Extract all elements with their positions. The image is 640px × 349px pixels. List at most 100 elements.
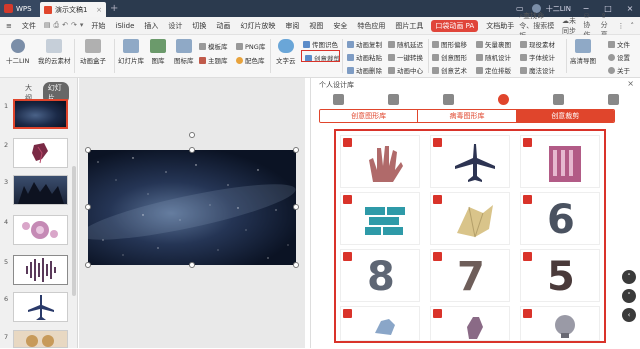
image-icon[interactable] [443,93,454,105]
resize-handle[interactable] [85,204,91,210]
tab-creative-crop[interactable]: 创意裁剪 [516,110,614,122]
shape-offset-button[interactable]: 图形偏移 [432,39,467,49]
resize-handle[interactable] [293,204,299,210]
anim-center-button[interactable]: 动画中心 [388,65,423,75]
new-tab-icon[interactable]: + [110,3,118,14]
resize-handle[interactable] [293,262,299,268]
about-button[interactable]: 关于 [608,65,630,75]
save-icon[interactable]: ▤ [44,21,51,30]
slide-lib-button[interactable]: 幻灯片库 [118,39,144,65]
print-icon[interactable]: ⎙ [54,21,60,30]
slide-thumbnail[interactable] [13,292,68,322]
anim-delete-button[interactable]: 动画删除 [347,65,382,75]
image-lib-button[interactable]: 图库 [150,39,166,65]
creative-shape-button[interactable]: 创意图形 [432,52,467,62]
resize-handle[interactable] [189,147,195,153]
menu-icon[interactable]: ≡ [0,22,17,30]
locate-layout-button[interactable]: 定位排版 [476,65,511,75]
wps-app-tab[interactable]: WPS [0,0,40,17]
menu-view[interactable]: 视图 [304,21,328,31]
menu-insert[interactable]: 插入 [139,21,163,31]
current-assets-button[interactable]: 现役素材 [520,39,555,49]
random-design-button[interactable]: 随机设计 [476,52,511,62]
theme-lib-button[interactable]: 主题库 [199,55,228,65]
menu-slideshow[interactable]: 幻灯片放映 [235,21,280,31]
crop-item[interactable] [430,135,510,188]
scrollbar[interactable] [72,166,76,296]
color-pick-button[interactable]: 传图识色 [303,39,338,49]
menu-animation[interactable]: 动画 [211,21,235,31]
crop-item[interactable] [340,192,420,245]
menu-home[interactable]: 开始 [86,21,110,31]
menu-features[interactable]: 特色应用 [352,21,390,31]
slide-thumbnail[interactable] [13,255,68,285]
tab-creative-shapes[interactable]: 创意图形库 [320,110,419,122]
redo-icon[interactable]: ↷ [71,21,77,30]
cube-icon[interactable] [333,93,344,105]
menu-islide[interactable]: iSlide [110,22,139,30]
my-cloud-button[interactable]: 我的云素材 [38,39,71,65]
slide-thumbnail[interactable] [13,99,68,129]
animation-box-button[interactable]: 动画盒子 [80,39,106,65]
crop-item[interactable] [520,135,600,188]
slide-thumbnail[interactable] [13,215,68,245]
menu-picture-tools[interactable]: 图片工具 [390,21,428,31]
crop-item[interactable] [430,192,510,245]
menu-doc-assistant[interactable]: 文档助手 [481,21,519,31]
document-tab[interactable]: 演示文稿1 × [40,2,106,17]
close-tab-icon[interactable]: × [96,6,102,14]
book-icon[interactable] [608,93,619,105]
chevron-down-icon[interactable]: ▾ [80,21,84,30]
magic-design-button[interactable]: 魔法设计 [520,65,555,75]
slides-icon[interactable] [388,93,399,105]
crop-item[interactable]: 6 [520,192,600,245]
template-lib-button[interactable]: 模板库 [199,41,228,51]
menu-pocket-animation[interactable]: 口袋动画 PA [431,19,479,32]
slide-thumbnail[interactable] [13,330,68,348]
crop-item[interactable]: 5 [520,249,600,302]
vector-wrap-button[interactable]: 矢量裹图 [476,39,511,49]
chevron-down-icon[interactable]: ˅ [622,289,636,303]
location-pin-icon[interactable] [498,93,509,105]
close-icon[interactable]: × [627,79,634,88]
resize-handle[interactable] [189,262,195,268]
random-delay-button[interactable]: 随机延迟 [388,39,423,49]
tab-viral-shapes[interactable]: 病毒图形库 [418,110,517,122]
slide-image-milky-way[interactable] [88,150,296,265]
creative-art-button[interactable]: 创意艺术 [432,65,467,75]
collapse-icon[interactable]: ‹ [622,308,636,322]
icon-lib-button[interactable]: 图标库 [174,39,194,65]
undo-icon[interactable]: ↶ [62,21,68,30]
anim-copy-button[interactable]: 动画复制 [347,39,382,49]
chevron-up-icon[interactable]: ˄ [622,270,636,284]
resize-handle[interactable] [85,147,91,153]
text-cloud-button[interactable]: 文字云 [276,39,296,65]
crop-item[interactable] [520,306,600,341]
more-icon[interactable]: ⋮ [618,22,625,30]
resize-handle[interactable] [85,262,91,268]
settings-button[interactable]: 设置 [608,52,630,62]
crop-item[interactable]: 7 [430,249,510,302]
menu-security[interactable]: 安全 [328,21,352,31]
menu-review[interactable]: 审阅 [280,21,304,31]
rotate-handle-icon[interactable] [189,132,195,138]
user-login-button[interactable]: 十二LIN [6,39,29,65]
sync-status[interactable]: ☁未同步 [562,16,577,36]
crop-item[interactable]: 8 [340,249,420,302]
resize-handle[interactable] [293,147,299,153]
menu-design[interactable]: 设计 [163,21,187,31]
hq-export-button[interactable]: 高清导图 [570,39,596,65]
menu-file[interactable]: 文件 [17,21,41,31]
crop-item[interactable] [340,135,420,188]
slide-thumbnail[interactable] [13,175,68,205]
menu-transition[interactable]: 切换 [187,21,211,31]
crop-item[interactable] [340,306,420,341]
anim-paste-button[interactable]: 动画粘贴 [347,52,382,62]
font-stats-button[interactable]: 字体统计 [520,52,555,62]
printer-icon[interactable] [553,93,564,105]
chevron-up-icon[interactable]: ˄ [631,22,635,30]
png-lib-button[interactable]: PNG库 [236,41,265,51]
color-lib-button[interactable]: 配色库 [236,55,265,65]
crop-item[interactable] [430,306,510,341]
file-button[interactable]: 文件 [608,39,630,49]
